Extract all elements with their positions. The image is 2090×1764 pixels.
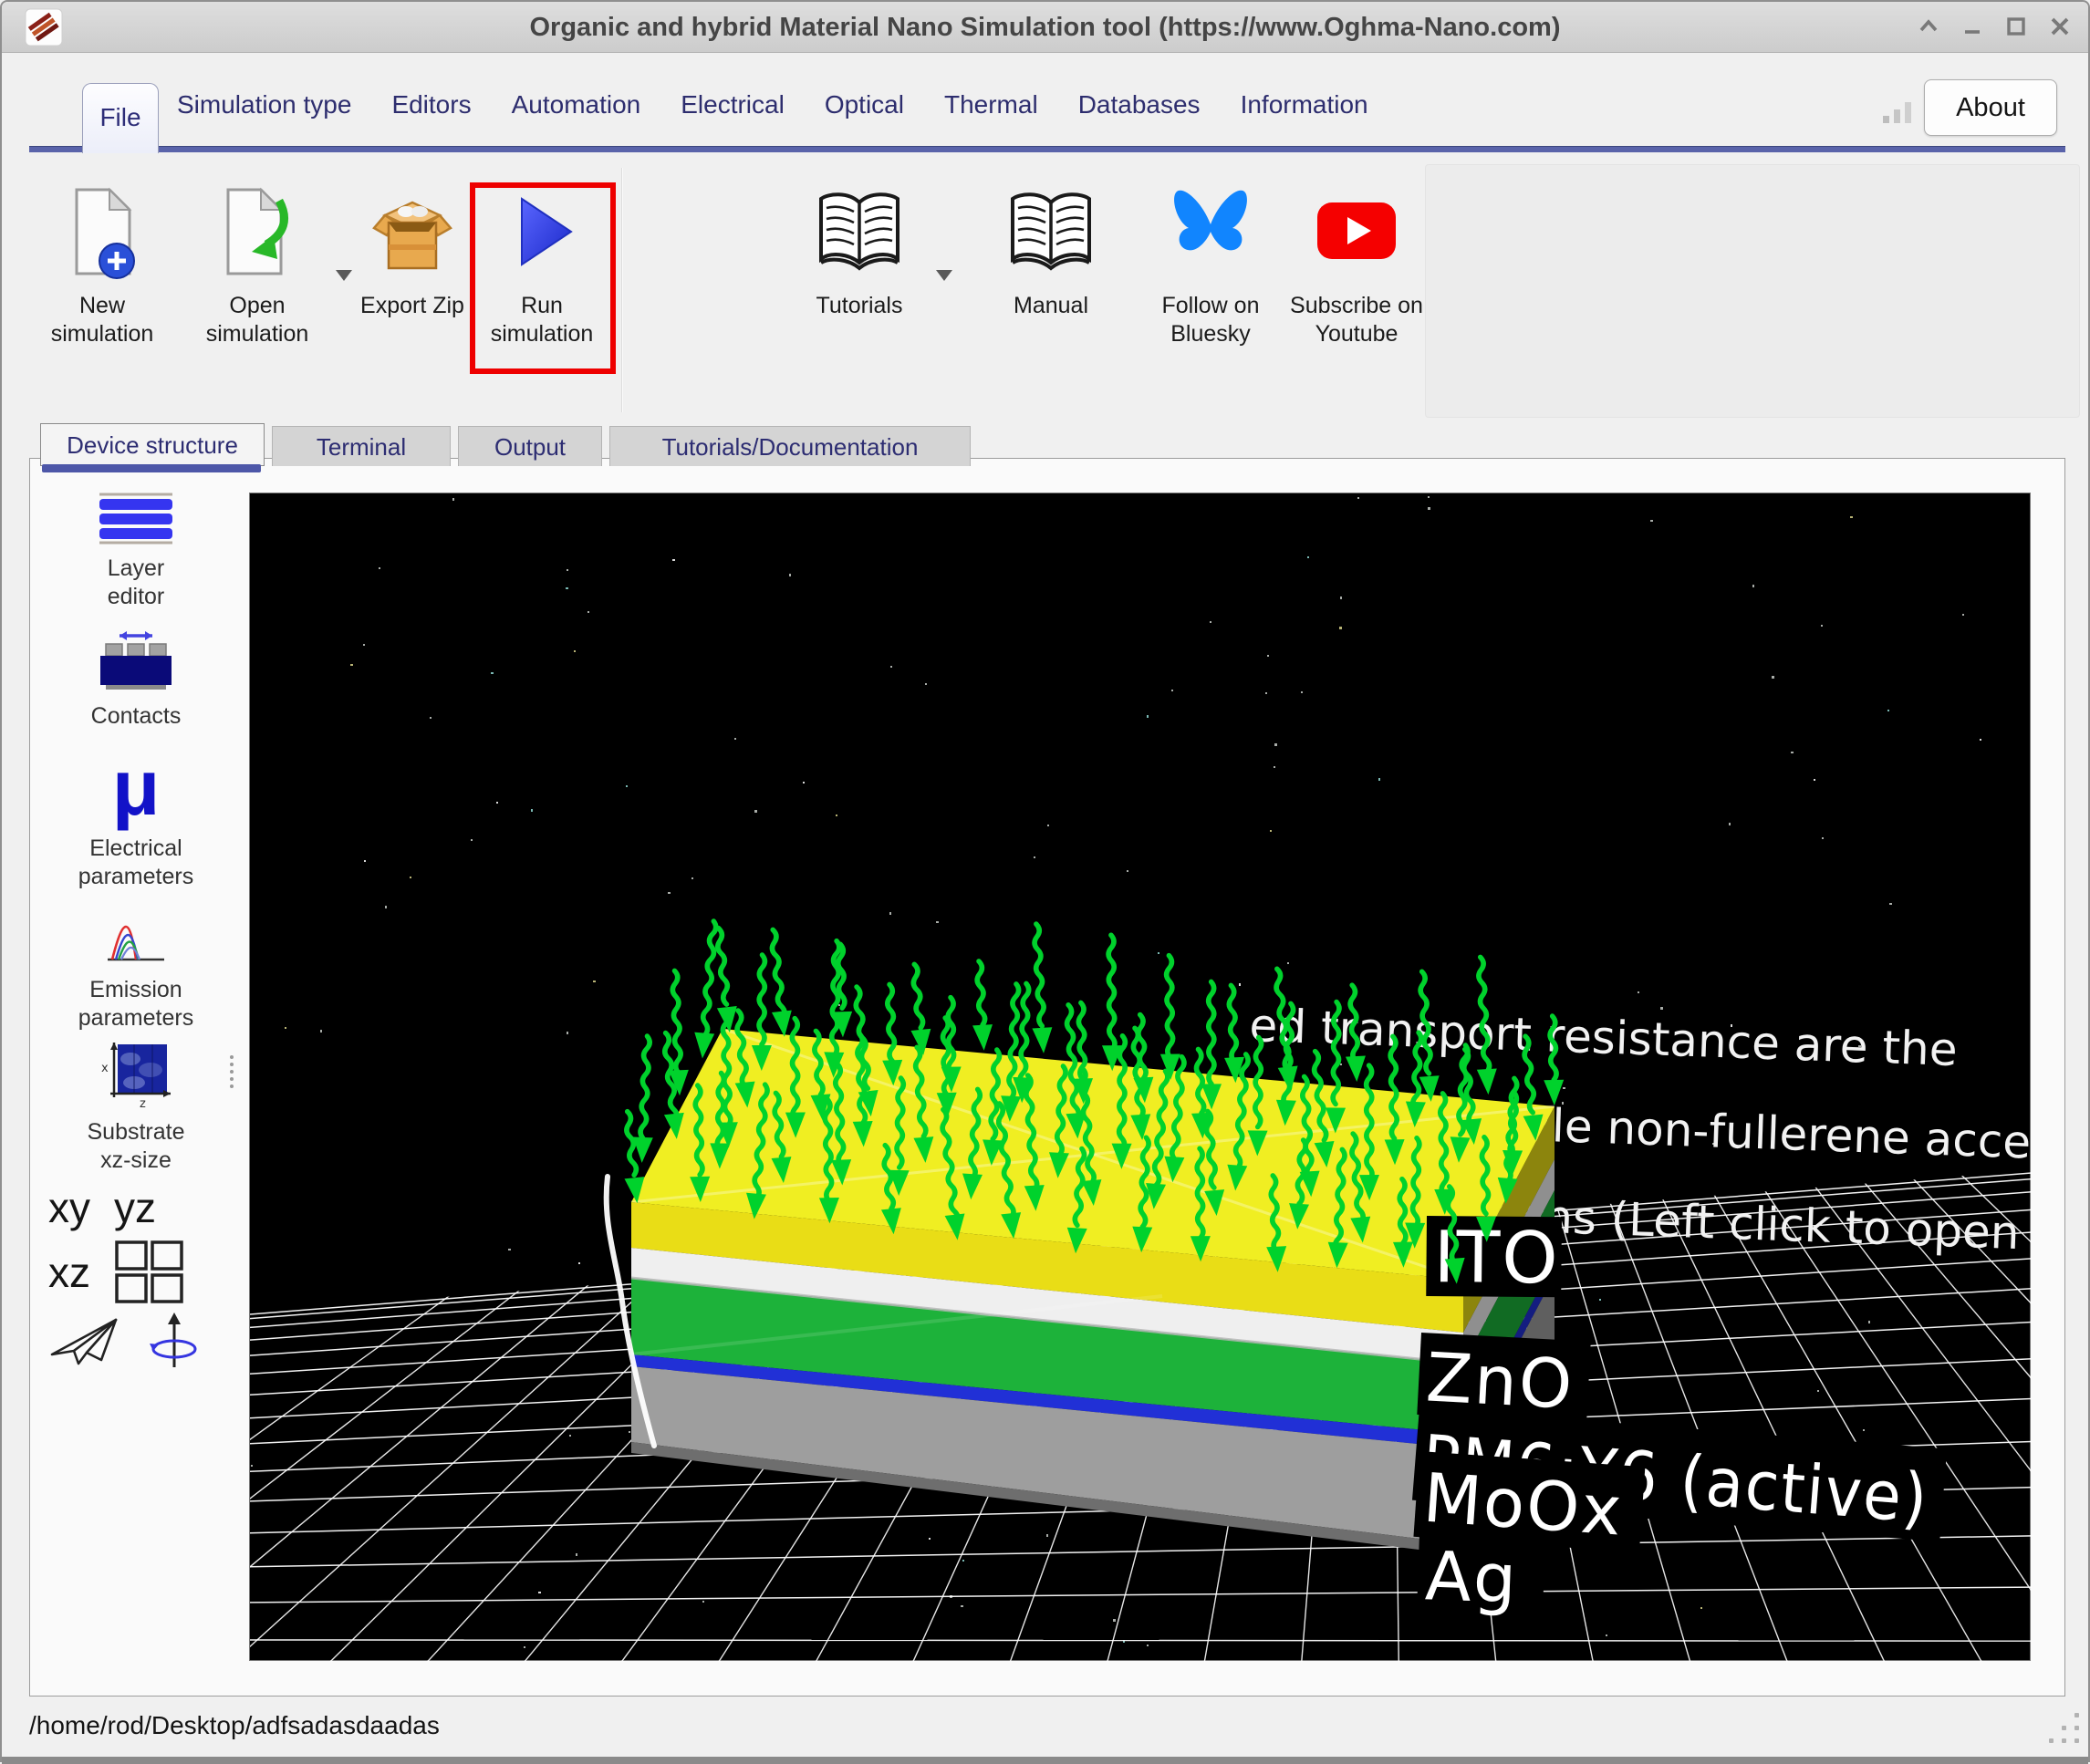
view-buttons-row-2: xz	[48, 1240, 185, 1305]
svg-text:x: x	[101, 1062, 109, 1075]
tutorials-button[interactable]: Tutorials	[786, 184, 932, 378]
sidebar-item-label: Substrate xz-size	[72, 1118, 200, 1175]
shade-window-icon[interactable]	[1915, 13, 1942, 40]
mu-icon: μ	[45, 749, 227, 827]
toolbar-button-label: Export Zip	[339, 292, 485, 320]
window-bottom-border	[2, 1757, 2088, 1764]
ribbon-menubar: File Simulation type Editors Automation …	[2, 54, 2088, 157]
toolbar-button-label: Open simulation	[184, 292, 330, 349]
sidebar-item-label: Contacts	[45, 702, 227, 731]
contacts-icon	[98, 628, 174, 692]
toolbar-button-label: Manual	[978, 292, 1124, 320]
ribbon-right-panel	[1425, 164, 2080, 418]
window-title: Organic and hybrid Material Nano Simulat…	[2, 2, 2088, 53]
sidebar-item-label: Layer editor	[77, 555, 195, 611]
paper-plane-icon[interactable]	[48, 1314, 120, 1367]
substrate-image-icon: x z	[99, 1043, 172, 1108]
toolbar-button-label: New simulation	[29, 292, 175, 349]
menu-tab-automation[interactable]: Automation	[512, 90, 641, 119]
sidebar-item-layer-editor[interactable]: Layer editor	[45, 492, 227, 611]
follow-bluesky-button[interactable]: Follow on Bluesky	[1138, 184, 1284, 378]
sidebar-item-emission-parameters[interactable]: Emission parameters	[45, 913, 227, 1032]
emission-spectrum-icon	[106, 913, 166, 964]
youtube-icon	[1313, 184, 1400, 285]
subscribe-youtube-button[interactable]: Subscribe on Youtube	[1284, 184, 1430, 378]
manual-button[interactable]: Manual	[978, 184, 1124, 378]
toolbar-button-label: Follow on Bluesky	[1138, 292, 1284, 349]
layer-labels: ITO ZnO PM6:Y6 (active) MoOx	[1412, 1216, 1947, 1620]
tab-output[interactable]: Output	[458, 426, 602, 466]
menu-tab-information[interactable]: Information	[1241, 90, 1368, 119]
status-bar: /home/rod/Desktop/adfsadasdaadas	[2, 1698, 2088, 1757]
tab-terminal[interactable]: Terminal	[272, 426, 451, 466]
menu-tab-editors[interactable]: Editors	[391, 90, 471, 119]
menu-tab-thermal[interactable]: Thermal	[944, 90, 1038, 119]
view-buttons-row-1: xy yz	[48, 1183, 156, 1232]
simulation-path: /home/rod/Desktop/adfsadasdaadas	[29, 1711, 440, 1740]
panel-splitter-handle[interactable]	[229, 1052, 234, 1088]
signal-bars-icon	[1881, 98, 1914, 123]
close-icon[interactable]	[2046, 13, 2074, 40]
sidebar-item-electrical-parameters[interactable]: μ Electrical parameters	[45, 749, 227, 891]
tab-device-structure[interactable]: Device structure	[40, 423, 265, 466]
main-panel: Layer editor Contacts μ Electrical param…	[29, 458, 2065, 1697]
toolbar-separator	[621, 168, 623, 412]
menu-tab-file[interactable]: File	[82, 83, 159, 153]
device-3d-scene[interactable]: ed transport resistance are the s for st…	[250, 493, 2032, 1662]
layer-label-ag: Ag	[1424, 1537, 1520, 1618]
ribbon-accent-line	[29, 146, 2065, 152]
document-tabs: Device structure Terminal Output Tutoria…	[2, 423, 2088, 469]
rotate-axis-icon[interactable]	[149, 1311, 200, 1371]
sidebar-item-label: Emission parameters	[63, 976, 209, 1032]
run-simulation-highlight-box	[470, 182, 616, 374]
resize-grip[interactable]	[2041, 1713, 2081, 1753]
four-pane-grid-icon[interactable]	[114, 1240, 185, 1305]
menu-tab-databases[interactable]: Databases	[1078, 90, 1201, 119]
maximize-icon[interactable]	[2002, 13, 2030, 40]
open-document-icon	[213, 184, 301, 285]
device-3d-viewport[interactable]: ed transport resistance are the s for st…	[249, 493, 2031, 1661]
layer-editor-icon	[98, 492, 174, 545]
open-book-icon	[1003, 184, 1098, 285]
sidebar-item-substrate-xz-size[interactable]: x z Substrate xz-size	[45, 1043, 227, 1175]
minimize-icon[interactable]	[1959, 13, 1986, 40]
view-xz-button[interactable]: xz	[48, 1248, 90, 1297]
view-xy-button[interactable]: xy	[48, 1183, 90, 1232]
open-simulation-button[interactable]: Open simulation	[184, 184, 330, 378]
new-document-icon	[58, 184, 146, 285]
about-button[interactable]: About	[1924, 79, 2057, 136]
view-buttons-row-3	[48, 1311, 200, 1371]
zip-box-icon	[369, 184, 456, 285]
new-simulation-button[interactable]: New simulation	[29, 184, 175, 378]
menu-tab-optical[interactable]: Optical	[825, 90, 904, 119]
app-window: Organic and hybrid Material Nano Simulat…	[0, 0, 2090, 1762]
tutorials-dropdown-icon[interactable]	[936, 270, 952, 281]
sidebar-item-contacts[interactable]: Contacts	[45, 628, 227, 731]
title-bar: Organic and hybrid Material Nano Simulat…	[2, 2, 2088, 53]
toolbar-button-label: Subscribe on Youtube	[1284, 292, 1430, 349]
toolbar-button-label: Tutorials	[786, 292, 932, 320]
export-zip-button[interactable]: Export Zip	[339, 184, 485, 378]
bluesky-butterfly-icon	[1167, 184, 1254, 285]
menu-tab-simulation-type[interactable]: Simulation type	[177, 90, 351, 119]
menu-tab-electrical[interactable]: Electrical	[681, 90, 785, 119]
tab-tutorials-documentation[interactable]: Tutorials/Documentation	[609, 426, 971, 466]
active-tab-underline	[42, 464, 261, 472]
view-yz-button[interactable]: yz	[114, 1183, 156, 1232]
ribbon-toolbar: New simulation Open simulation Exp	[2, 157, 2088, 423]
open-book-icon	[812, 184, 907, 285]
svg-text:z: z	[140, 1097, 146, 1108]
sidebar-item-label: Electrical parameters	[63, 835, 209, 891]
